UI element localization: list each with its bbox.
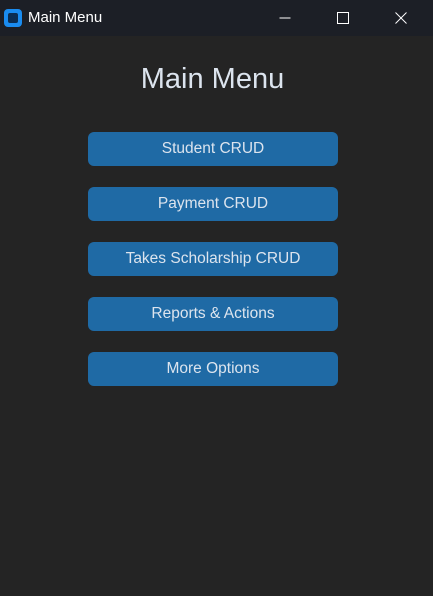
maximize-icon [337,12,349,24]
close-button[interactable] [372,0,430,36]
maximize-button[interactable] [314,0,372,36]
more-options-button[interactable]: More Options [88,352,338,386]
minimize-icon [279,17,291,19]
payment-crud-button[interactable]: Payment CRUD [88,187,338,221]
main-menu-window: Main Menu Main Menu Student CRUD Payment… [0,0,433,596]
minimize-button[interactable] [256,0,314,36]
app-icon [4,9,22,27]
window-title: Main Menu [28,9,103,26]
reports-actions-button[interactable]: Reports & Actions [88,297,338,331]
page-title: Main Menu [140,63,285,95]
title-bar[interactable]: Main Menu [0,0,433,36]
student-crud-button[interactable]: Student CRUD [88,132,338,166]
takes-scholarship-crud-button[interactable]: Takes Scholarship CRUD [88,242,338,276]
close-icon [395,12,407,24]
